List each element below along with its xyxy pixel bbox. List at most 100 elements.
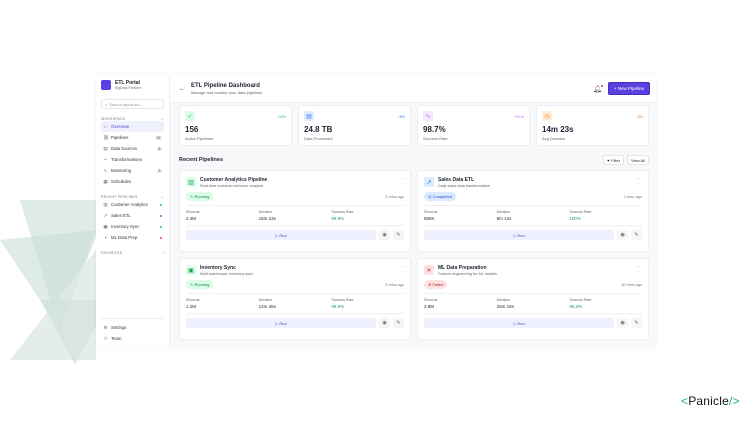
sidebar-item-label: Overview [111,124,129,129]
stat-card: ✓ +12% 156 Active Pipelines [179,105,292,146]
back-arrow-icon[interactable]: ← [179,86,185,92]
run-button[interactable]: ▷ Run [424,318,614,328]
sidebar-item-monitoring[interactable]: ∿Monitoring3 [101,165,164,176]
stat-icon: ◷ [542,111,552,121]
records-value: 1.2M [186,304,259,309]
edit-icon[interactable]: ✎ [393,318,404,328]
sidebar-item-team[interactable]: ⚇Team [101,333,164,344]
sidebar-item-label: Team [111,336,122,341]
success-rate-value: 95.2% [569,304,642,309]
activity-icon: ∿ [103,168,108,174]
stat-change: +2.1% [514,115,524,119]
sidebar-item-pipelines[interactable]: ⛓Pipelines12 [101,132,164,143]
more-options-icon[interactable]: ⋯ [637,264,642,270]
sidebar-item-label: Data Sources [111,146,137,151]
more-options-icon[interactable]: ⋯ [637,176,642,182]
filter-button[interactable]: ⏷ Filter [603,155,624,165]
run-button[interactable]: ▷ Run [186,230,376,240]
count-badge: 3 [157,169,162,173]
bell-icon[interactable]: 🔔︎ [593,85,602,93]
more-options-icon[interactable]: ⋯ [399,264,404,270]
sidebar-item-label: Schedules [111,179,131,184]
pipeline-description: Daily sales data transformation [438,184,490,188]
app-logo-icon [101,80,111,90]
status-dot [160,204,162,206]
duration-value: 8m 12s [497,216,570,221]
view-icon[interactable]: ◉ [617,230,628,240]
last-run-time: 1 hour ago [624,195,642,199]
sidebar: ETL PortalBigData Platform ⌕Search pipel… [96,75,170,348]
sidebar-footer: ⚙Settings ⚇Team [101,318,164,344]
view-icon[interactable]: ◉ [379,318,390,328]
stat-label: Success Rate [423,136,524,141]
sidebar-item-schedules[interactable]: ▦Schedules [101,176,164,187]
stat-card: ◷ -5% 14m 23s Avg Duration [536,105,649,146]
sidebar-item-data-sources[interactable]: ▤Data Sources 8 [101,143,164,154]
view-icon[interactable]: ◉ [379,230,390,240]
run-button[interactable]: ▷ Run [186,318,376,328]
app-window: ETL PortalBigData Platform ⌕Search pipel… [96,75,656,348]
count-badge: 12 [155,136,162,140]
database-icon: ▤ [103,146,108,152]
recent-pipelines-header: Recent Pipelines ⏷ Filter View All [179,155,649,165]
status-dot [160,226,162,228]
calendar-icon: ▦ [103,179,108,185]
sidebar-item-transformations[interactable]: ⑂Transformations [101,154,164,165]
metric-label: Records [186,298,259,302]
pipeline-icon: ▣ [186,265,196,275]
sidebar-item-overview[interactable]: ⌂Overview [101,121,164,132]
sidebar-item-label: Settings [111,325,127,330]
metric-label: Duration [259,210,332,214]
sidebar-item-settings[interactable]: ⚙Settings [101,322,164,333]
favorites-section-toggle[interactable]: FAVORITES› [101,251,164,255]
pipeline-name: Inventory Sync [200,265,253,271]
stat-card: ▤ +8% 24.8 TB Data Processed [298,105,411,146]
status-badge: ⊘ Failed [424,280,447,289]
panicle-watermark: <Panicle/> [681,394,740,408]
metric-label: Records [186,210,259,214]
recent-item-ml-data-prep[interactable]: ▪ML Data Prep [101,232,164,243]
count-badge: 8 [157,147,162,151]
edit-icon[interactable]: ✎ [631,230,642,240]
more-options-icon[interactable]: ⋯ [399,176,404,182]
edit-icon[interactable]: ✎ [393,230,404,240]
main-content: ← ETL Pipeline DashboardManage and monit… [170,75,656,348]
recent-item-customer-analytics[interactable]: ▥Customer Analytics [101,199,164,210]
status-label: Running [194,194,209,199]
sidebar-item-label: Inventory Sync [111,224,139,229]
section-label: FAVORITES [101,251,122,255]
last-run-time: 2 mins ago [385,195,404,199]
metric-label: Success Rate [331,298,404,302]
stat-change: +12% [277,115,286,119]
view-icon[interactable]: ◉ [617,318,628,328]
trend-icon: ↗ [103,213,108,219]
stat-label: Avg Duration [542,136,643,141]
section-label: WORKSPACE [101,117,125,121]
chart-icon: ▥ [103,202,108,208]
duration-value: 12m 45s [259,304,332,309]
stat-icon: ∿ [423,111,433,121]
status-label: Failed [432,282,443,287]
stat-value: 24.8 TB [304,125,405,134]
recent-item-inventory-sync[interactable]: ▣Inventory Sync [101,221,164,232]
gear-icon: ⚙ [103,325,108,331]
status-label: Running [194,282,209,287]
recent-item-sales-etl[interactable]: ↗Sales ETL [101,210,164,221]
new-pipeline-button[interactable]: + New Pipeline [608,82,650,95]
box-icon: ▣ [103,224,108,230]
stat-change: -5% [637,115,643,119]
pipeline-icon: ↗ [424,177,434,187]
success-rate-value: 98.5% [331,304,404,309]
page-title: ETL Pipeline Dashboard [191,83,262,89]
section-title: Recent Pipelines [179,157,223,163]
metric-label: Success Rate [569,210,642,214]
pipeline-name: Sales Data ETL [438,177,490,183]
run-button[interactable]: ▷ Run [424,230,614,240]
view-all-button[interactable]: View All [627,155,649,165]
cpu-icon: ▪ [103,235,108,240]
search-input[interactable]: ⌕Search pipelines... [101,99,164,109]
brand: ETL PortalBigData Platform [101,80,164,90]
records-value: 3.8M [424,304,497,309]
edit-icon[interactable]: ✎ [631,318,642,328]
pipeline-card: ↗ Sales Data ETLDaily sales data transfo… [417,170,649,252]
